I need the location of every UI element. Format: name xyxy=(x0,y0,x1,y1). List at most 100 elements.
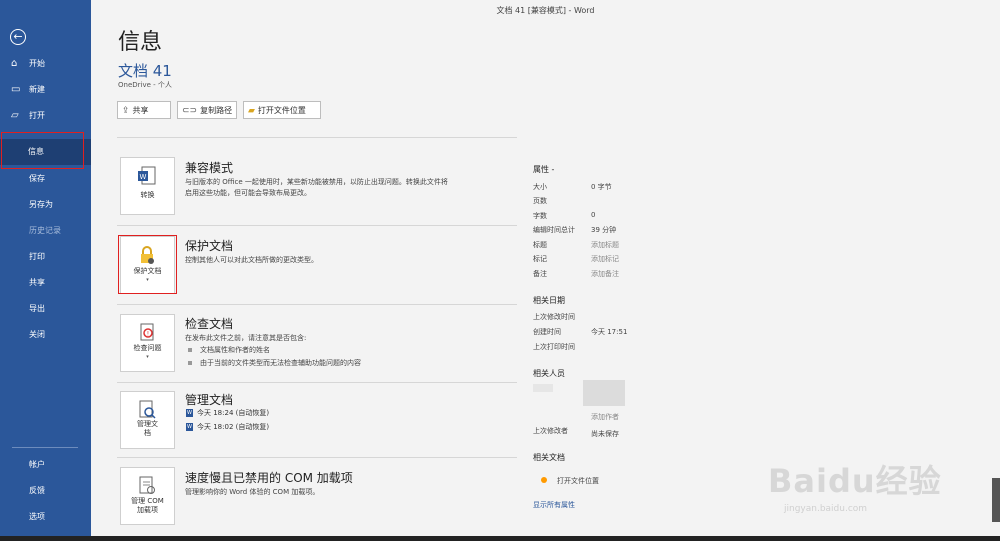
prop-key: 大小 xyxy=(533,183,547,191)
taskbar xyxy=(0,536,1000,541)
nav-item-label: 另存为 xyxy=(29,200,53,209)
inspect-icon: ! xyxy=(140,323,154,341)
nav-item-label: 共享 xyxy=(29,278,45,287)
nav-item-close[interactable]: 关闭 xyxy=(0,322,91,348)
nav-item-label: 新建 xyxy=(29,85,45,94)
open-location-label: 打开文件位置 xyxy=(257,106,306,115)
highlight-box xyxy=(1,132,84,169)
nav-item-label: 开始 xyxy=(29,59,45,68)
open-location-button[interactable]: ▰ 打开文件位置 xyxy=(243,101,321,119)
prop-key: 标记 xyxy=(533,255,547,263)
share-button[interactable]: ⇪ 共享 xyxy=(117,101,171,119)
word-icon: W xyxy=(186,423,193,431)
properties-heading[interactable]: 属性 - xyxy=(533,164,554,175)
nav-item-label: 打印 xyxy=(29,252,45,261)
com-label: 管理 COM xyxy=(131,497,164,505)
check-issues-button[interactable]: ! 检查问题 ▾ xyxy=(120,314,175,372)
watermark-logo: Baidu经验 xyxy=(768,462,942,500)
nav-item-label: 历史记录 xyxy=(29,226,61,235)
version-label: 今天 18:24 (自动恢复) xyxy=(197,409,270,417)
scrollbar[interactable] xyxy=(992,478,1000,522)
divider xyxy=(117,382,517,383)
prop-value: 0 xyxy=(591,211,596,219)
manage-label: 档 xyxy=(144,429,151,437)
manage-com-addins-button[interactable]: 管理 COM 加载项 xyxy=(120,467,175,525)
nav-item-new[interactable]: ▭ 新建 xyxy=(0,77,91,103)
prop-value: 今天 17:51 xyxy=(591,328,628,336)
document-name: 文档 41 xyxy=(118,62,172,80)
inspect-bullet: 文档属性和作者的姓名 xyxy=(188,345,270,355)
prop-key: 备注 xyxy=(533,270,547,278)
dropdown-arrow-icon: ▾ xyxy=(146,354,149,360)
prop-key: 上次修改者 xyxy=(533,427,568,435)
word-doc-icon: W xyxy=(138,166,156,185)
share-label: 共享 xyxy=(132,106,149,115)
nav-item-home[interactable]: ⌂ 开始 xyxy=(0,51,91,77)
nav-item-print[interactable]: 打印 xyxy=(0,244,91,270)
divider xyxy=(117,137,517,138)
divider xyxy=(117,457,517,458)
nav-item-label: 选项 xyxy=(29,512,45,521)
show-all-properties-link[interactable]: 显示所有属性 xyxy=(533,500,575,510)
folder-icon xyxy=(541,477,547,483)
prop-key: 页数 xyxy=(533,197,547,205)
nav-item-label: 反馈 xyxy=(29,486,45,495)
prop-key: 创建时间 xyxy=(533,328,561,336)
compat-desc-line2: 启用这些功能，但可能会导致布局更改。 xyxy=(185,189,311,197)
back-arrow-icon[interactable]: ← xyxy=(10,29,26,45)
blurred-author-avatar xyxy=(583,380,625,406)
autorecover-version[interactable]: W 今天 18:02 (自动恢复) xyxy=(186,422,269,432)
prop-value: 0 字节 xyxy=(591,183,612,191)
nav-item-save[interactable]: 保存 xyxy=(0,166,91,192)
compat-desc-line1: 与旧版本的 Office 一起使用时，某些新功能被禁用，以防止出现问题。转换此文… xyxy=(185,178,448,186)
tags-field[interactable]: 添加标记 xyxy=(591,254,619,264)
title-field[interactable]: 添加标题 xyxy=(591,240,619,250)
protect-desc: 控制其他人可以对此文档所做的更改类型。 xyxy=(185,256,318,264)
nav-item-options[interactable]: 选项 xyxy=(0,504,91,530)
check-issues-label: 检查问题 xyxy=(133,344,162,352)
copy-path-button[interactable]: ⊂⊃ 复制路径 xyxy=(177,101,237,119)
inspect-bullet-text: 文档属性和作者的姓名 xyxy=(200,346,270,354)
new-doc-icon: ▭ xyxy=(11,84,21,95)
divider xyxy=(117,225,517,226)
related-docs-heading: 相关文档 xyxy=(533,453,565,462)
nav-item-label: 帐户 xyxy=(29,460,45,469)
nav-item-label: 导出 xyxy=(29,304,45,313)
com-desc: 管理影响你的 Word 体验的 COM 加载项。 xyxy=(185,488,320,496)
share-icon: ⇪ xyxy=(122,106,130,116)
convert-button[interactable]: W 转换 xyxy=(120,157,175,215)
prop-key: 上次修改时间 xyxy=(533,313,575,321)
prop-key: 上次打印时间 xyxy=(533,343,575,351)
prop-key: 标题 xyxy=(533,241,547,249)
add-author-field[interactable]: 添加作者 xyxy=(591,412,619,422)
prop-key: 编辑时间总计 xyxy=(533,226,575,234)
nav-item-save-as[interactable]: 另存为 xyxy=(0,192,91,218)
version-label: 今天 18:02 (自动恢复) xyxy=(197,423,270,431)
blurred-author-key xyxy=(533,384,553,392)
watermark-url: jingyan.baidu.com xyxy=(784,504,868,514)
folder-icon: ▰ xyxy=(248,106,255,116)
com-heading: 速度慢且已禁用的 COM 加载项 xyxy=(185,471,353,485)
addins-icon xyxy=(139,476,155,494)
inspect-bullet-text: 由于当前的文件类型而无法检查辅助功能问题的内容 xyxy=(200,359,361,367)
comments-field[interactable]: 添加备注 xyxy=(591,269,619,279)
svg-text:W: W xyxy=(140,173,147,181)
people-heading: 相关人员 xyxy=(533,369,565,378)
inspect-desc: 在发布此文件之前，请注意其是否包含: xyxy=(185,334,307,342)
manage-document-button[interactable]: 管理文 档 xyxy=(120,391,175,449)
nav-item-account[interactable]: 帐户 xyxy=(0,452,91,478)
home-icon: ⌂ xyxy=(11,58,18,69)
autorecover-version[interactable]: W 今天 18:24 (自动恢复) xyxy=(186,408,269,418)
nav-item-share[interactable]: 共享 xyxy=(0,270,91,296)
open-file-location-link[interactable]: 打开文件位置 xyxy=(557,476,599,486)
dates-heading: 相关日期 xyxy=(533,296,565,305)
nav-item-export[interactable]: 导出 xyxy=(0,296,91,322)
link-icon: ⊂⊃ xyxy=(182,106,198,116)
protect-heading: 保护文档 xyxy=(185,239,234,253)
nav-item-feedback[interactable]: 反馈 xyxy=(0,478,91,504)
divider xyxy=(117,304,517,305)
word-icon: W xyxy=(186,409,193,417)
nav-item-label: 关闭 xyxy=(29,330,45,339)
nav-divider xyxy=(12,447,78,448)
nav-item-open[interactable]: ▱ 打开 xyxy=(0,103,91,129)
